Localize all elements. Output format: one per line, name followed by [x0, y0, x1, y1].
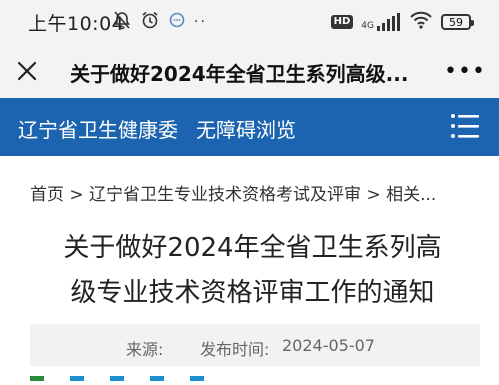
more-notifications-icon: ·· — [194, 14, 207, 30]
signal-icon: 4G — [361, 13, 401, 31]
status-right: HD 4G 59 — [330, 11, 474, 33]
wifi-icon — [409, 11, 433, 33]
article-title-line2: 级专业技术资格评审工作的通知 — [70, 278, 435, 308]
status-bar: 上午10:04 ·· HD 4G 59 — [0, 0, 499, 44]
alarm-icon — [140, 10, 160, 34]
browser-title-bar: 关于做好2024年全省卫生系列高级... ••• — [0, 44, 499, 98]
breadcrumb[interactable]: 首页 > 辽宁省卫生专业技术资格考试及评审 > 相关... — [30, 180, 475, 205]
site-name-link[interactable]: 辽宁省卫生健康委 — [18, 114, 178, 143]
menu-icon — [451, 114, 479, 138]
share-icons-strip — [30, 366, 230, 381]
publish-date-label: 发布时间: — [200, 340, 270, 359]
battery-icon: 59 — [441, 14, 474, 30]
source-label: 来源: — [126, 340, 164, 359]
close-button[interactable] — [10, 54, 44, 88]
hd-badge: HD — [330, 15, 354, 29]
status-left-icons: ·· — [112, 10, 207, 34]
article-meta: 来源: 发布时间: 2024-05-07 — [30, 324, 480, 366]
menu-button[interactable] — [449, 110, 481, 142]
network-label: 4G — [361, 21, 374, 31]
status-time: 上午10:04 — [28, 13, 125, 35]
page-title: 关于做好2024年全省卫生系列高级... — [70, 62, 409, 86]
publish-date: 2024-05-07 — [282, 336, 375, 355]
article-title: 关于做好2024年全省卫生系列高 级专业技术资格评审工作的通知 — [30, 226, 475, 316]
more-icon: ••• — [444, 58, 486, 84]
close-icon — [17, 61, 37, 81]
site-nav: 辽宁省卫生健康委 无障碍浏览 — [0, 98, 499, 156]
more-options-button[interactable]: ••• — [444, 54, 486, 88]
chat-icon — [168, 11, 186, 33]
accessibility-link[interactable]: 无障碍浏览 — [196, 114, 296, 143]
mute-icon — [112, 10, 132, 34]
article-title-line1: 关于做好2024年全省卫生系列高 — [63, 233, 442, 263]
